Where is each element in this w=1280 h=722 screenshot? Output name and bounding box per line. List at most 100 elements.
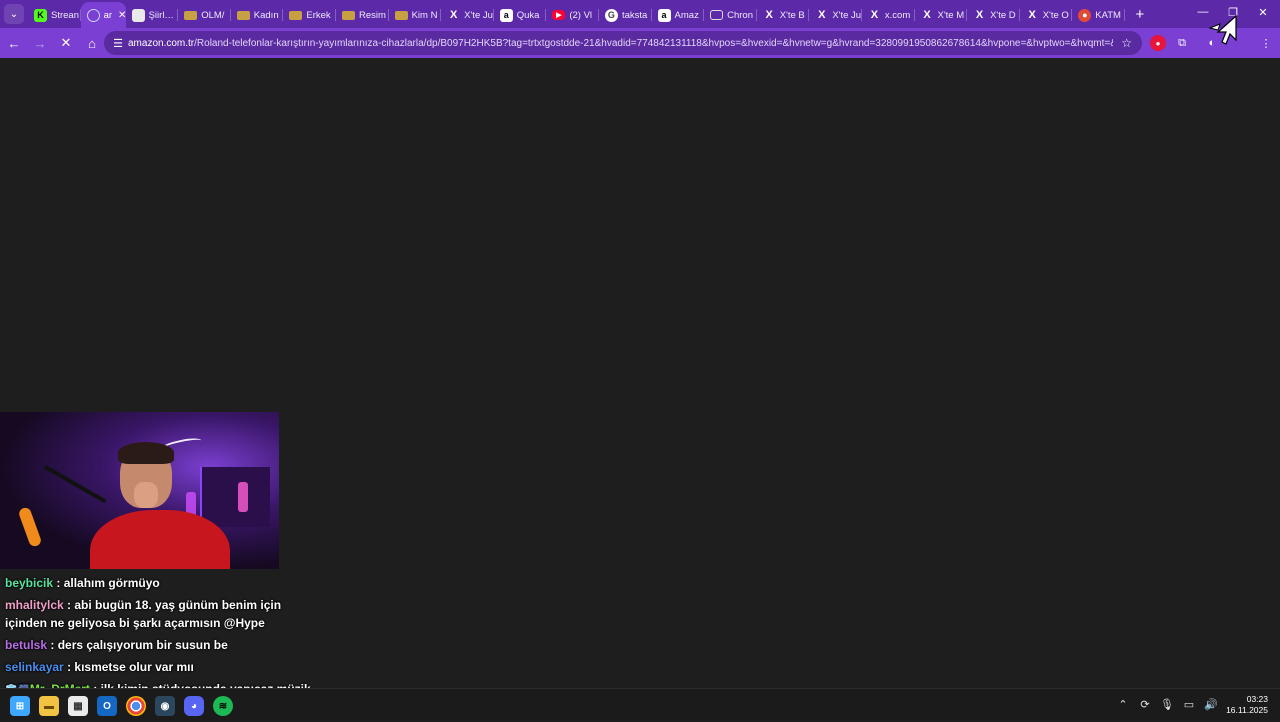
browser-tab[interactable]: Şiirl… (126, 2, 179, 28)
x-icon: X (923, 9, 931, 21)
tab-title: X'te D (990, 9, 1016, 21)
google-icon: G (604, 8, 618, 22)
chat-text: : kısmetse olur var mıı (67, 660, 194, 674)
folder-icon (184, 10, 198, 20)
chat-username: selinkayar (5, 660, 64, 674)
taskbar-pinned-apps: ⊞ ▬ ▦ O ◉ ◕ ≋ (10, 696, 242, 716)
more-menu-icon[interactable]: ⋮ (1258, 35, 1274, 51)
browser-tab[interactable]: a Amaz (652, 2, 705, 28)
browser-tab-strip: ⌄ K Strean ar ✕ Şiirl… OLM/Kadın Erkek Resim Kim… (0, 0, 1280, 28)
webcam-person-shirt (90, 510, 230, 569)
browser-tab[interactable]: X X'te Ju (809, 2, 862, 28)
browser-tab[interactable]: X X'te Ju (441, 2, 494, 28)
clock-time: 03:23 (1246, 694, 1268, 704)
document-icon (131, 8, 145, 22)
extension-red-icon[interactable]: ● (1150, 35, 1166, 51)
chat-username: mhalitylck (5, 598, 64, 612)
stop-loading-button[interactable]: ✕ (54, 31, 78, 55)
url-path: /Roland-telefonlar-karıştırın-yayımların… (194, 37, 1113, 49)
amazon-icon: a (657, 8, 671, 22)
tab-title: Kadın (253, 9, 279, 21)
tab-list: K Strean ar ✕ Şiirl… OLM/Kadın Erkek Resim Kim N… (28, 0, 1125, 28)
url-text[interactable]: amazon.com.tr/Roland-telefonlar-karıştır… (128, 38, 1113, 49)
taskbar-clock[interactable]: 03:23 16.11.2025 (1226, 694, 1268, 716)
browser-tab[interactable]: Xx.com (862, 2, 915, 28)
browser-tab[interactable]: Gtaksta (599, 2, 652, 28)
site-info-icon[interactable]: ☰ (108, 37, 128, 50)
webcam-person (90, 440, 230, 569)
back-button[interactable]: ← (2, 31, 26, 55)
camera-icon (710, 10, 724, 20)
outlook-icon[interactable]: O (97, 696, 117, 716)
discord-icon[interactable]: ◕ (184, 696, 204, 716)
chat-text: : allahım görmüyo (56, 576, 160, 590)
steam-icon[interactable]: ◉ (155, 696, 175, 716)
tab-title: X'te O (1042, 9, 1069, 21)
tab-search-chevron-icon[interactable]: ⌄ (4, 4, 24, 24)
chat-text: : ders çalışıyorum bir susun be (50, 638, 228, 652)
tab-title: X'te B (779, 9, 805, 21)
tab-title: Resim (358, 9, 386, 21)
home-button[interactable]: ⌂ (80, 31, 104, 55)
browser-tab[interactable]: X X'te D (967, 2, 1020, 28)
tab-title: Kim N (411, 9, 438, 21)
close-window-icon[interactable]: ✕ (1248, 6, 1278, 19)
browser-tab[interactable]: ▶ (2) Vl (546, 2, 599, 28)
webcam-pink-light (238, 482, 248, 512)
file-explorer-icon[interactable]: ▬ (39, 696, 59, 716)
browser-tab[interactable]: ar ✕ (80, 2, 126, 28)
forward-button[interactable]: → (28, 31, 52, 55)
youtube-icon: ▶ (552, 10, 566, 20)
bookmark-star-icon[interactable]: ☆ (1121, 36, 1132, 50)
start-windows-icon[interactable]: ⊞ (10, 696, 30, 716)
webcam-person-hand (134, 482, 158, 508)
address-bar[interactable]: ☰ amazon.com.tr/Roland-telefonlar-karışt… (104, 31, 1142, 55)
browser-tab[interactable]: Kadın (231, 2, 284, 28)
tab-close-icon[interactable]: ✕ (118, 10, 126, 21)
browser-tab[interactable]: K Strean (28, 2, 81, 28)
tab-title: x.com (884, 9, 911, 21)
spotify-icon[interactable]: ≋ (213, 696, 233, 716)
browser-tab[interactable]: OLM/ (178, 2, 231, 28)
webcam-person-hair (118, 442, 174, 464)
tab-title: OLM/ (201, 9, 225, 21)
webcam-mic-arm (43, 464, 107, 504)
chat-message: selinkayar : kısmetse olur var mıı (0, 658, 320, 676)
red-circle-icon: ● (1078, 8, 1092, 22)
chrome-icon[interactable] (126, 696, 146, 716)
extensions-puzzle-icon[interactable]: ⧉ (1174, 35, 1190, 51)
webcam-microphone (17, 506, 43, 548)
x-icon: X (449, 9, 458, 21)
arc-icon (86, 8, 100, 22)
display-icon[interactable]: ▭ (1178, 698, 1200, 711)
tab-title: Chron (727, 9, 753, 21)
browser-tab[interactable]: X X'te M (915, 2, 968, 28)
browser-tab[interactable]: a Quka (494, 2, 547, 28)
microsoft-store-icon[interactable]: ▦ (68, 696, 88, 716)
x-icon: X (975, 9, 984, 21)
chat-username: betulsk (5, 638, 48, 652)
show-hidden-icons-chevron-icon[interactable]: ⌃ (1112, 698, 1134, 711)
chat-message: beybicik : allahım görmüyo (0, 574, 320, 592)
folder-icon (341, 10, 355, 20)
windows-taskbar: ⊞ ▬ ▦ O ◉ ◕ ≋ ⌃ ⟳ 🎙 ▭ 🔊 03:23 16.11.2025 (0, 688, 1280, 720)
mouse-cursor-icon (1208, 14, 1237, 45)
browser-tab[interactable]: Chron (704, 2, 757, 28)
webcam-background-shelf (200, 467, 270, 527)
browser-tab[interactable]: Resim (336, 2, 389, 28)
tab-title: taksta (621, 9, 648, 21)
streamer-webcam (0, 412, 279, 569)
tab-title: Quka (516, 9, 540, 21)
microphone-icon[interactable]: 🎙 (1156, 698, 1178, 711)
browser-tab[interactable]: Kim N (389, 2, 442, 28)
new-tab-button[interactable]: + (1129, 6, 1151, 23)
sync-icon[interactable]: ⟳ (1134, 698, 1156, 711)
browser-tab[interactable]: ● KATM (1072, 2, 1125, 28)
browser-tab[interactable]: Erkek (283, 2, 336, 28)
browser-tab[interactable]: X X'te O (1020, 2, 1073, 28)
kick-icon: K (34, 8, 47, 22)
volume-icon[interactable]: 🔊 (1200, 698, 1222, 711)
chat-message: mhalitylck : abi bugün 18. yaş günüm ben… (0, 596, 320, 632)
folder-icon (236, 10, 250, 20)
browser-tab[interactable]: X X'te B (757, 2, 810, 28)
